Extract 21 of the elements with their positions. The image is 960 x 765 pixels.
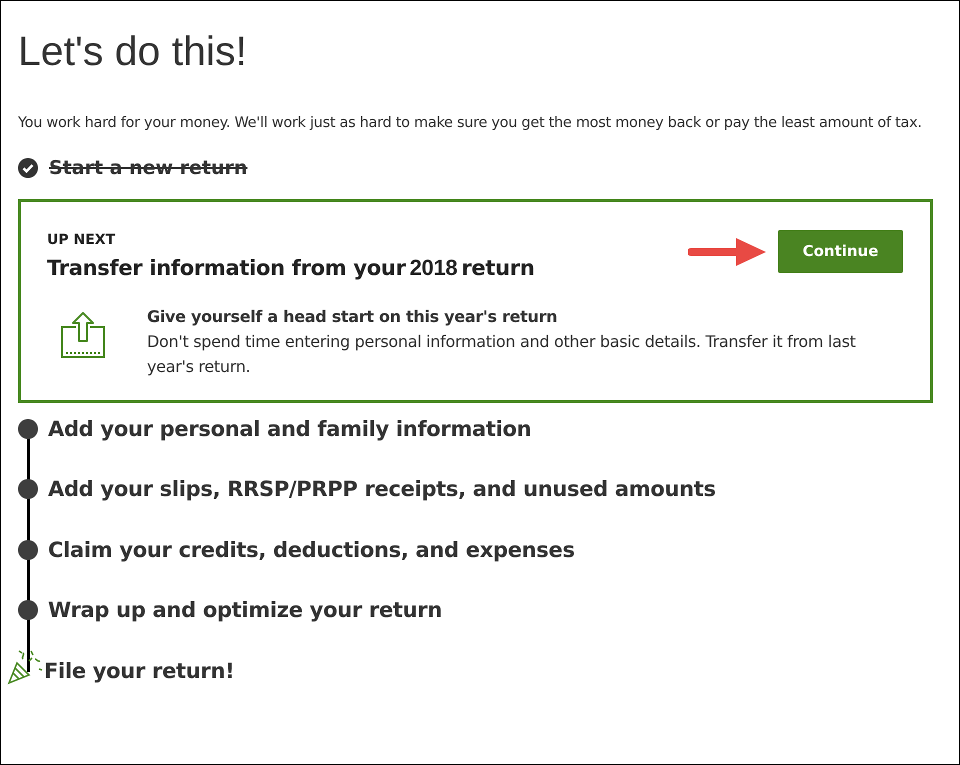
step-label: Start a new return [49, 156, 248, 181]
page-heading: Let's do this! [18, 29, 248, 74]
step-label: File your return! [44, 658, 234, 685]
upload-icon [60, 310, 106, 359]
step-label: Add your personal and family information [48, 416, 532, 443]
year-text: 2018 [410, 254, 458, 282]
card-title: Transfer information from your [47, 255, 406, 282]
step-dot [18, 479, 38, 500]
card-title: return [461, 255, 534, 282]
step-dot [18, 418, 38, 439]
card-subtitle: Give yourself a head start on this year's return [147, 306, 558, 328]
step-dot [18, 540, 38, 560]
card-description: Don't spend time entering personal information and other basic details. Transfer it from last year's return. [147, 330, 857, 378]
step-label: Wrap up and optimize your return [48, 597, 442, 624]
arrow-icon [688, 236, 766, 268]
intro-text: You work hard for your money. We'll work just as hard to make sure you get the most money back or pay the least amount of tax. [18, 114, 923, 134]
continue-button[interactable]: Continue [778, 230, 903, 274]
step-dot [18, 600, 38, 620]
step-label: Claim your credits, deductions, and expenses [48, 536, 575, 564]
eyebrow-label: UP NEXT [47, 231, 116, 250]
step-label: Add your slips, RRSP/PRPP receipts, and unused amounts [48, 476, 716, 504]
